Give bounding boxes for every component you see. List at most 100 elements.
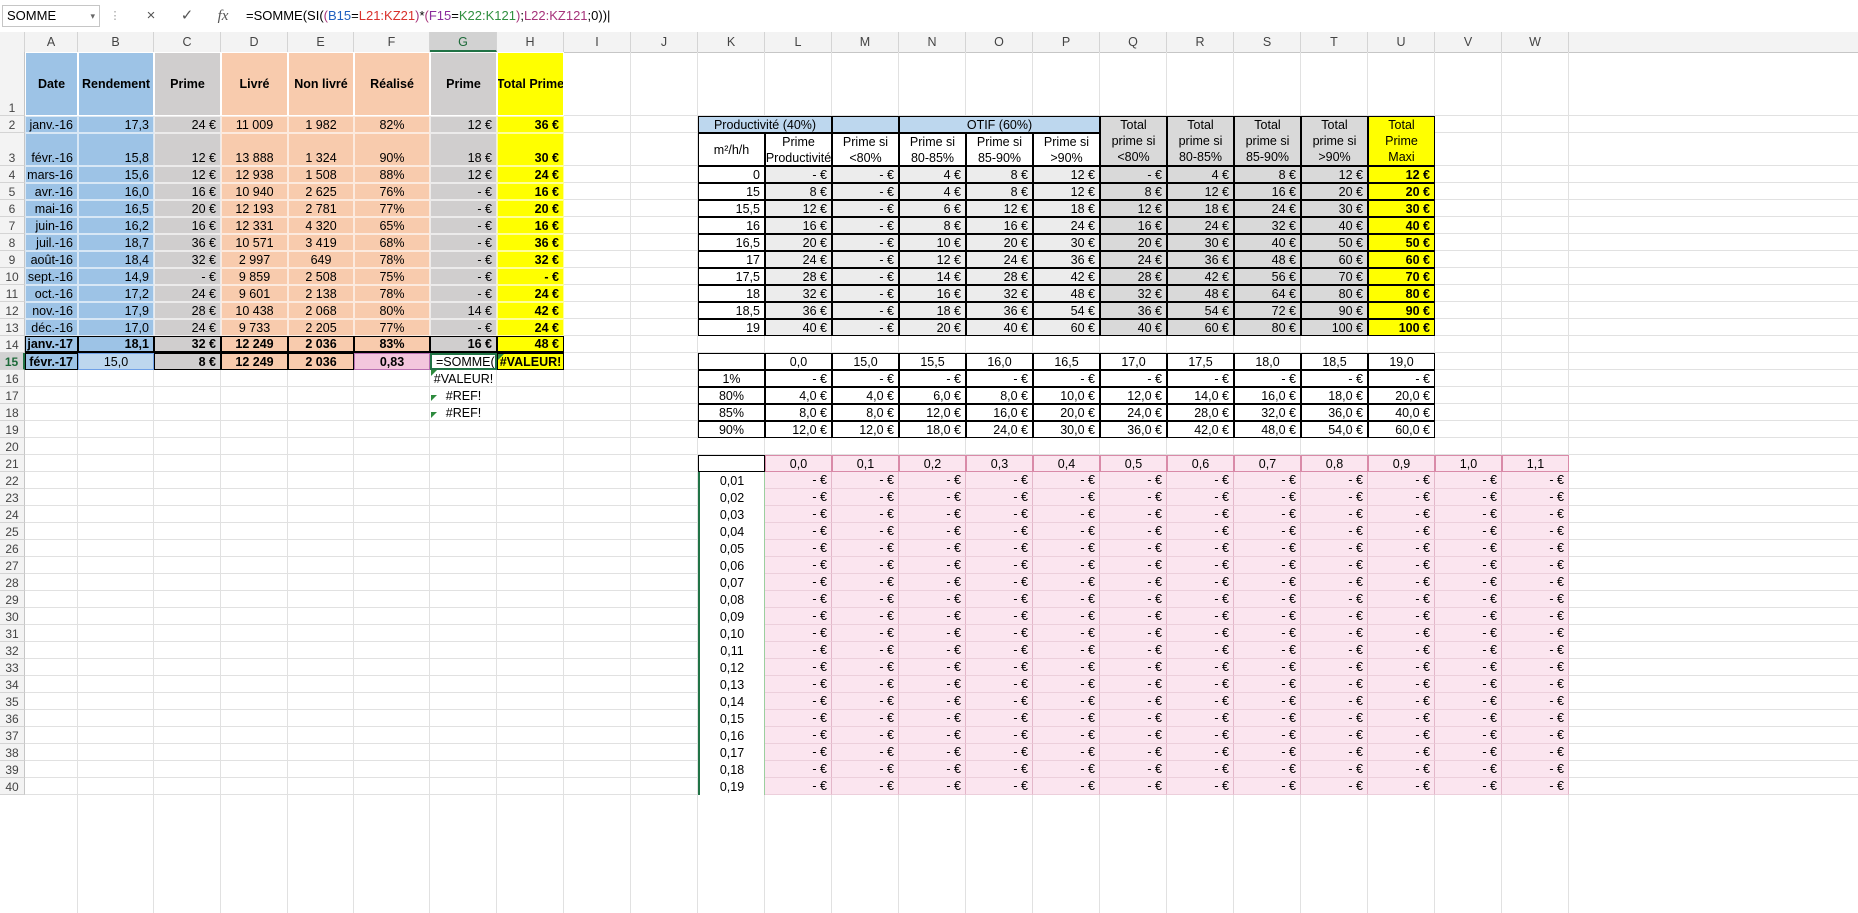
bottom-table-cell[interactable]: - €: [1167, 744, 1234, 761]
left-table-cell[interactable]: 30 €: [497, 133, 564, 166]
left-table-cell[interactable]: 16 €: [154, 183, 221, 200]
bottom-table-cell[interactable]: - €: [1100, 557, 1167, 574]
right-table-cell[interactable]: 12 €: [1033, 183, 1100, 200]
left-table-cell[interactable]: 32 €: [497, 251, 564, 268]
right-table-cell[interactable]: 16 €: [966, 217, 1033, 234]
bottom-table-cell[interactable]: - €: [832, 727, 899, 744]
left-table-cell[interactable]: 649: [288, 251, 354, 268]
bottom-table-header[interactable]: 1,0: [1435, 455, 1502, 472]
bottom-table-cell[interactable]: - €: [765, 574, 832, 591]
bottom-table-cell[interactable]: - €: [765, 778, 832, 795]
bottom-table-cell[interactable]: - €: [1435, 557, 1502, 574]
bottom-table-cell[interactable]: - €: [899, 710, 966, 727]
column-header-c[interactable]: C: [154, 32, 221, 52]
bottom-table-cell[interactable]: - €: [966, 778, 1033, 795]
row-header-31[interactable]: 31: [0, 625, 25, 642]
bottom-table-cell[interactable]: - €: [1234, 591, 1301, 608]
bottom-table-cell[interactable]: - €: [1301, 506, 1368, 523]
right-table-cell[interactable]: 8 €: [765, 183, 832, 200]
bottom-table-cell[interactable]: - €: [1502, 659, 1569, 676]
left-table-cell[interactable]: 12 €: [430, 166, 497, 183]
bottom-table-cell[interactable]: - €: [1435, 676, 1502, 693]
mid-table-header[interactable]: 18,5: [1301, 353, 1368, 370]
right-table-cell[interactable]: 50 €: [1301, 234, 1368, 251]
bottom-table-cell[interactable]: - €: [832, 761, 899, 778]
bottom-table-cell[interactable]: - €: [1368, 659, 1435, 676]
left-table-cell[interactable]: - €: [430, 268, 497, 285]
mid-table-cell[interactable]: - €: [1234, 370, 1301, 387]
right-table-cell[interactable]: 24 €: [1100, 251, 1167, 268]
bottom-table-cell[interactable]: - €: [1100, 608, 1167, 625]
bottom-table-cell[interactable]: - €: [1100, 642, 1167, 659]
bottom-table-cell[interactable]: - €: [966, 727, 1033, 744]
right-table-cell[interactable]: 30 €: [1301, 200, 1368, 217]
left-table-cell[interactable]: 16 €: [497, 183, 564, 200]
row-header-16[interactable]: 16: [0, 370, 25, 387]
right-table-cell[interactable]: 4 €: [1167, 166, 1234, 183]
bottom-table-cell[interactable]: - €: [899, 506, 966, 523]
mid-table-cell[interactable]: 36,0 €: [1301, 404, 1368, 421]
bottom-table-cell[interactable]: - €: [1368, 574, 1435, 591]
right-table-cell[interactable]: - €: [832, 302, 899, 319]
bottom-table-cell[interactable]: - €: [1100, 625, 1167, 642]
bottom-table-cell[interactable]: - €: [1502, 625, 1569, 642]
left-table-cell[interactable]: avr.-16: [25, 183, 78, 200]
mid-table-cell[interactable]: - €: [1368, 370, 1435, 387]
bottom-table-cell[interactable]: - €: [1435, 778, 1502, 795]
bottom-table-cell[interactable]: - €: [1100, 693, 1167, 710]
bottom-table-cell[interactable]: - €: [832, 608, 899, 625]
mid-table-cell[interactable]: 12,0 €: [899, 404, 966, 421]
bottom-table-cell[interactable]: - €: [1502, 557, 1569, 574]
right-table-cell[interactable]: 80 €: [1301, 285, 1368, 302]
column-header-r[interactable]: R: [1167, 32, 1234, 52]
bottom-table-cell[interactable]: - €: [1301, 778, 1368, 795]
bottom-table-cell[interactable]: - €: [899, 574, 966, 591]
right-table-cell[interactable]: 28 €: [966, 268, 1033, 285]
right-table-cell[interactable]: 70 €: [1368, 268, 1435, 285]
bottom-table-cell[interactable]: - €: [1301, 642, 1368, 659]
row-header-35[interactable]: 35: [0, 693, 25, 710]
mid-table-cell[interactable]: - €: [1301, 370, 1368, 387]
right-table-cell[interactable]: 6 €: [899, 200, 966, 217]
bottom-table-cell[interactable]: - €: [1435, 574, 1502, 591]
right-table-cell[interactable]: 80 €: [1368, 285, 1435, 302]
bottom-table-cell[interactable]: - €: [1033, 489, 1100, 506]
bottom-table-cell[interactable]: - €: [1234, 540, 1301, 557]
mid-table-cell[interactable]: 14,0 €: [1167, 387, 1234, 404]
right-table-cell[interactable]: - €: [765, 166, 832, 183]
column-header-p[interactable]: P: [1033, 32, 1100, 52]
mid-table-cell[interactable]: 10,0 €: [1033, 387, 1100, 404]
row-header-1[interactable]: 1: [0, 52, 25, 116]
bottom-table-cell[interactable]: - €: [1301, 523, 1368, 540]
bottom-table-row-label[interactable]: 0,09: [698, 608, 765, 625]
mid-table-cell[interactable]: 24,0 €: [1100, 404, 1167, 421]
bottom-table-cell[interactable]: - €: [1033, 710, 1100, 727]
bottom-table-cell[interactable]: - €: [966, 710, 1033, 727]
left-table-cell[interactable]: 24 €: [497, 285, 564, 302]
bottom-table-cell[interactable]: - €: [1100, 472, 1167, 489]
right-table-cell[interactable]: 60 €: [1167, 319, 1234, 336]
column-header-m[interactable]: M: [832, 32, 899, 52]
right-table-cell[interactable]: 16 €: [1100, 217, 1167, 234]
bottom-table-cell[interactable]: - €: [1368, 489, 1435, 506]
bottom-table-cell[interactable]: - €: [1167, 727, 1234, 744]
bottom-table-cell[interactable]: - €: [1167, 761, 1234, 778]
mid-table-cell[interactable]: - €: [966, 370, 1033, 387]
left-table-cell[interactable]: - €: [430, 183, 497, 200]
right-table-cell[interactable]: 36 €: [765, 302, 832, 319]
bottom-table-cell[interactable]: - €: [1167, 557, 1234, 574]
mid-table-header[interactable]: 18,0: [1234, 353, 1301, 370]
bottom-table-cell[interactable]: - €: [1167, 608, 1234, 625]
bottom-table-cell[interactable]: - €: [1234, 574, 1301, 591]
bottom-table-cell[interactable]: - €: [832, 778, 899, 795]
left-table-cell[interactable]: 12 331: [221, 217, 288, 234]
column-header-i[interactable]: I: [564, 32, 631, 52]
bottom-table-cell[interactable]: - €: [1167, 710, 1234, 727]
row-header-2[interactable]: 2: [0, 116, 25, 133]
bottom-table-row-label[interactable]: 0,07: [698, 574, 765, 591]
right-table-header[interactable]: Prime si >90%: [1033, 133, 1100, 166]
right-table-cell[interactable]: 12 €: [1167, 183, 1234, 200]
row-header-7[interactable]: 7: [0, 217, 25, 234]
right-table-cell[interactable]: 20 €: [765, 234, 832, 251]
row-header-11[interactable]: 11: [0, 285, 25, 302]
